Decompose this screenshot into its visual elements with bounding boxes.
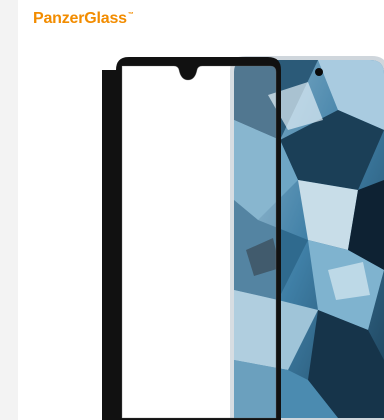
product-card: PanzerGlass™ [18,0,384,420]
screen-protector [102,57,281,420]
product-image [102,56,384,420]
front-camera [315,68,323,76]
protector-glass [122,66,276,418]
